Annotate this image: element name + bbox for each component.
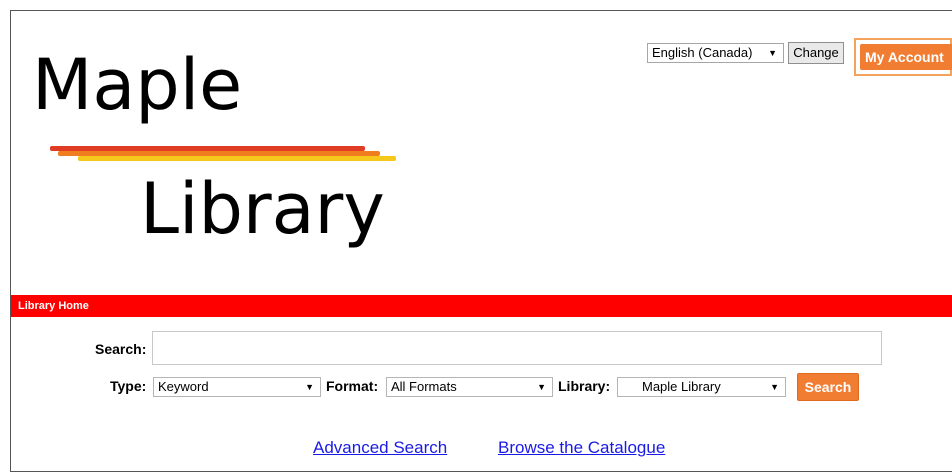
language-select-value: English (Canada) [652,45,753,60]
my-account-highlight: My Account [854,38,952,76]
logo-stripe-yellow [78,156,396,161]
format-label: Format: [326,378,379,394]
dropdown-arrow-icon: ▼ [770,382,779,392]
type-select[interactable]: Keyword ▼ [153,377,321,397]
dropdown-arrow-icon: ▼ [768,48,777,58]
advanced-search-link[interactable]: Advanced Search [313,437,447,459]
change-language-button[interactable]: Change [788,42,844,64]
search-label: Search: [95,341,147,357]
logo-word-library: Library [140,168,385,250]
logo-word-maple: Maple [32,44,243,126]
type-select-value: Keyword [158,379,209,394]
search-input[interactable] [152,331,882,365]
dropdown-arrow-icon: ▼ [537,382,546,392]
nav-bar: Library Home [11,295,952,317]
my-account-button[interactable]: My Account [860,44,952,70]
type-label: Type: [110,378,147,394]
library-home-link[interactable]: Library Home [18,299,89,313]
format-select[interactable]: All Formats ▼ [386,377,553,397]
format-select-value: All Formats [391,379,457,394]
library-select[interactable]: Maple Library ▼ [617,377,786,397]
dropdown-arrow-icon: ▼ [305,382,314,392]
search-button[interactable]: Search [797,373,859,401]
maple-library-logo: Maple Library [20,40,400,270]
library-label: Library: [558,378,611,394]
browse-catalogue-link[interactable]: Browse the Catalogue [498,437,665,459]
language-select[interactable]: English (Canada) ▼ [647,43,784,63]
library-select-value: Maple Library [642,379,721,394]
